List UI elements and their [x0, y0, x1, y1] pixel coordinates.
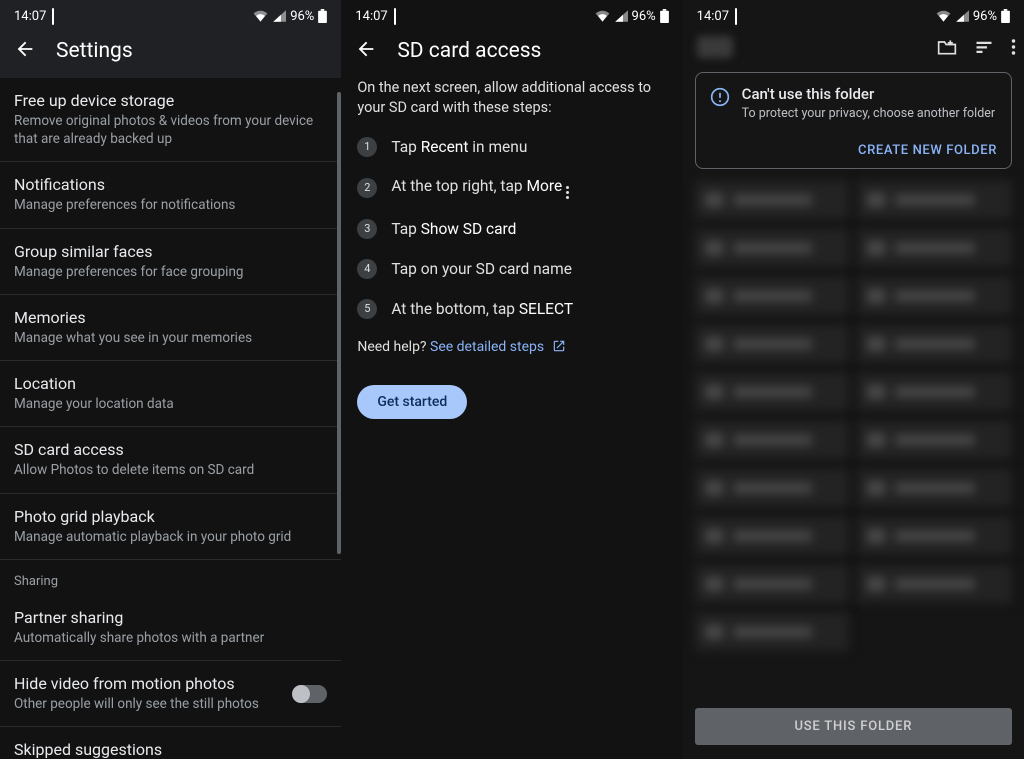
use-this-folder-button[interactable]: USE THIS FOLDER [695, 708, 1012, 745]
setting-skipped-suggestions[interactable]: Skipped suggestions [0, 727, 341, 759]
image-icon [52, 9, 54, 24]
page-title: SD card access [397, 39, 541, 63]
path-label-blurred [697, 36, 733, 58]
step-5: 5 At the bottom, tap SELECT [357, 299, 666, 319]
battery-percent: 96% [290, 9, 314, 24]
step-number: 4 [357, 259, 377, 279]
page-title: Settings [56, 39, 133, 63]
setting-photo-grid-playback[interactable]: Photo grid playback Manage automatic pla… [0, 494, 341, 560]
warning-card: Can't use this folder To protect your pr… [695, 72, 1012, 169]
folder-item[interactable] [857, 565, 1012, 603]
folder-item[interactable] [857, 469, 1012, 507]
step-3: 3 Tap Show SD card [357, 219, 666, 239]
wifi-icon [595, 10, 610, 22]
folder-item[interactable] [695, 421, 850, 459]
step-number: 3 [357, 219, 377, 239]
wifi-icon [936, 10, 951, 22]
status-bar: 14:07 96% [0, 0, 341, 28]
card-title: Can't use this folder [742, 85, 995, 103]
folder-item[interactable] [857, 325, 1012, 363]
setting-location[interactable]: Location Manage your location data [0, 361, 341, 427]
folder-item[interactable] [695, 373, 850, 411]
sort-icon[interactable] [975, 40, 993, 54]
signal-icon [614, 10, 628, 22]
setting-hide-video[interactable]: Hide video from motion photos Other peop… [0, 661, 341, 727]
back-icon[interactable] [14, 38, 36, 64]
image-icon [735, 9, 737, 24]
folder-item[interactable] [695, 613, 850, 651]
create-new-folder-button[interactable]: CREATE NEW FOLDER [858, 143, 997, 158]
help-text: Need help? See detailed steps [357, 339, 666, 357]
step-number: 5 [357, 299, 377, 319]
setting-partner-sharing[interactable]: Partner sharing Automatically share phot… [0, 595, 341, 661]
section-sharing: Sharing [0, 560, 341, 595]
image-icon [394, 9, 396, 24]
more-icon[interactable] [1011, 38, 1016, 56]
setting-group-faces[interactable]: Group similar faces Manage preferences f… [0, 229, 341, 295]
top-bar [683, 28, 1024, 66]
step-4: 4 Tap on your SD card name [357, 259, 666, 279]
folder-item[interactable] [857, 373, 1012, 411]
info-icon [710, 87, 730, 121]
folder-item[interactable] [695, 181, 850, 219]
folder-item[interactable] [695, 229, 850, 267]
help-link[interactable]: See detailed steps [430, 339, 544, 355]
step-1: 1 Tap Recent in menu [357, 137, 666, 157]
status-time: 14:07 [697, 9, 729, 24]
back-icon[interactable] [355, 38, 377, 64]
step-number: 2 [357, 178, 377, 198]
folder-item[interactable] [695, 517, 850, 555]
status-bar: 14:07 96% [683, 0, 1024, 28]
app-bar: Settings [0, 28, 341, 78]
setting-notifications[interactable]: Notifications Manage preferences for not… [0, 162, 341, 228]
folder-item[interactable] [695, 469, 850, 507]
battery-icon [318, 9, 327, 23]
battery-percent: 96% [632, 9, 656, 24]
external-link-icon [552, 339, 566, 357]
folder-item[interactable] [857, 181, 1012, 219]
status-time: 14:07 [14, 9, 46, 24]
intro-text: On the next screen, allow additional acc… [357, 78, 666, 119]
folder-list-blurred [695, 181, 1012, 661]
sd-card-access-panel: 14:07 96% SD card access On the next scr… [341, 0, 682, 759]
signal-icon [955, 10, 969, 22]
battery-icon [660, 9, 669, 23]
battery-percent: 96% [973, 9, 997, 24]
folder-item[interactable] [857, 229, 1012, 267]
toggle-switch[interactable] [293, 685, 327, 703]
folder-item[interactable] [695, 325, 850, 363]
get-started-button[interactable]: Get started [357, 385, 467, 419]
app-bar: SD card access [341, 28, 682, 78]
setting-free-up-storage[interactable]: Free up device storage Remove original p… [0, 78, 341, 162]
new-folder-icon[interactable] [937, 38, 957, 56]
battery-icon [1001, 9, 1010, 23]
status-bar: 14:07 96% [341, 0, 682, 28]
folder-item[interactable] [857, 421, 1012, 459]
wifi-icon [253, 10, 268, 22]
folder-picker-panel: 14:07 96% Can't use this folder To prote… [683, 0, 1024, 759]
step-number: 1 [357, 137, 377, 157]
folder-item[interactable] [695, 277, 850, 315]
card-subtitle: To protect your privacy, choose another … [742, 106, 995, 121]
status-time: 14:07 [355, 9, 387, 24]
settings-panel: 14:07 96% Settings Free up device storag… [0, 0, 341, 759]
setting-memories[interactable]: Memories Manage what you see in your mem… [0, 295, 341, 361]
folder-item[interactable] [857, 277, 1012, 315]
step-2: 2 At the top right, tap More [357, 177, 666, 199]
setting-sd-card-access[interactable]: SD card access Allow Photos to delete it… [0, 427, 341, 493]
folder-item[interactable] [695, 565, 850, 603]
signal-icon [272, 10, 286, 22]
folder-item[interactable] [857, 517, 1012, 555]
more-icon [566, 186, 569, 199]
